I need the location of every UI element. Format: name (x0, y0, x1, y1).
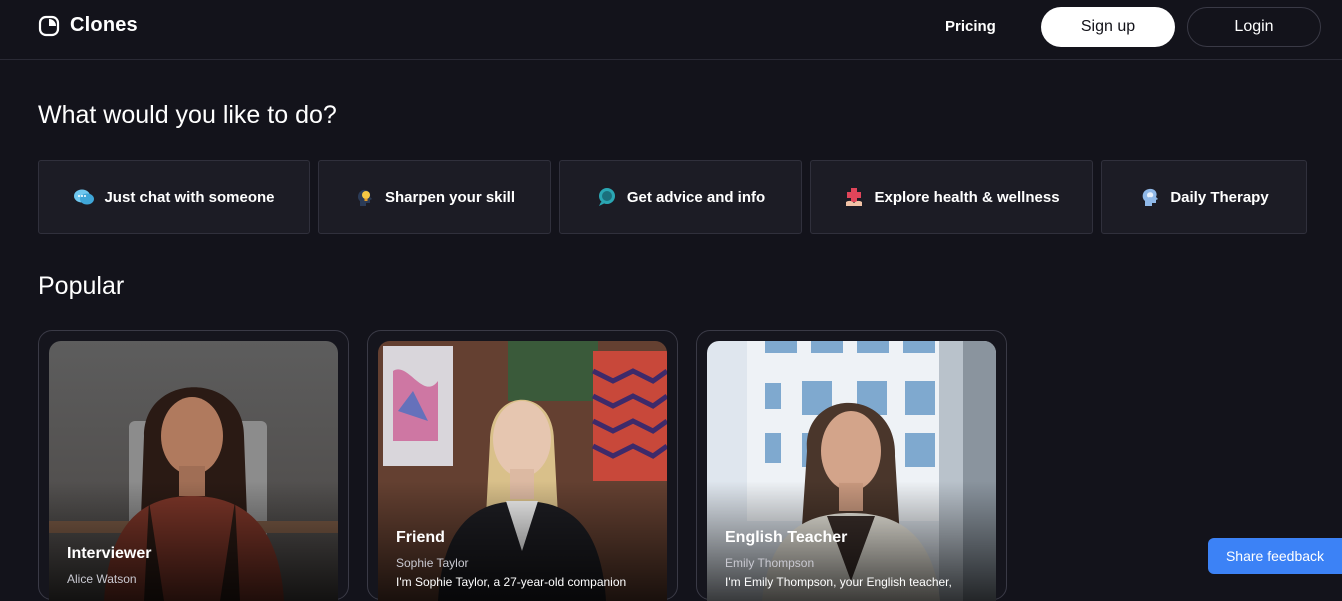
action-label: Sharpen your skill (384, 188, 516, 206)
action-label: Get advice and info (626, 188, 766, 206)
speech-bubble-icon (598, 188, 615, 206)
clone-title: Interviewer (67, 545, 152, 562)
action-health-wellness[interactable]: Explore health & wellness (810, 160, 1093, 234)
action-label: Daily Therapy (1170, 188, 1269, 206)
brand-name: Clones (70, 14, 138, 36)
clone-person-name: Emily Thompson (725, 556, 815, 570)
clone-card-friend[interactable]: Friend Sophie Taylor I'm Sophie Taylor, … (367, 330, 678, 601)
lightbulb-head-icon (357, 189, 372, 206)
action-sharpen-skill[interactable]: Sharpen your skill (318, 160, 551, 234)
nav-pricing-link[interactable]: Pricing (945, 18, 996, 35)
brain-head-icon (1142, 188, 1159, 206)
action-label: Just chat with someone (104, 188, 275, 206)
clone-description: I'm Emily Thompson, your English teacher… (725, 575, 952, 589)
clone-person-name: Alice Watson (67, 572, 137, 586)
clone-title: Friend (396, 529, 445, 546)
clone-portrait-image: Interviewer Alice Watson (49, 341, 338, 601)
clone-card-interviewer[interactable]: Interviewer Alice Watson (38, 330, 349, 601)
clone-description: I'm Sophie Taylor, a 27-year-old compani… (396, 575, 627, 589)
clone-portrait-image: Friend Sophie Taylor I'm Sophie Taylor, … (378, 341, 667, 601)
share-feedback-button[interactable]: Share feedback (1208, 538, 1342, 574)
action-daily-therapy[interactable]: Daily Therapy (1101, 160, 1307, 234)
clone-person-name: Sophie Taylor (396, 556, 469, 570)
action-get-advice[interactable]: Get advice and info (559, 160, 802, 234)
top-navbar: Clones Pricing Sign up Login (0, 0, 1342, 60)
health-cross-icon (846, 188, 863, 206)
clone-portrait-image: English Teacher Emily Thompson I'm Emily… (707, 341, 996, 601)
clone-card-english-teacher[interactable]: English Teacher Emily Thompson I'm Emily… (696, 330, 1007, 601)
brand-logo[interactable]: Clones (38, 14, 138, 37)
action-just-chat[interactable]: Just chat with someone (38, 160, 310, 234)
chat-bubbles-icon (74, 189, 95, 205)
signup-button[interactable]: Sign up (1041, 7, 1175, 47)
clones-logo-icon (38, 15, 60, 36)
action-label: Explore health & wellness (874, 188, 1060, 206)
login-button[interactable]: Login (1187, 7, 1321, 47)
section-heading-actions: What would you like to do? (38, 101, 337, 129)
section-heading-popular: Popular (38, 272, 125, 300)
clone-title: English Teacher (725, 529, 848, 546)
